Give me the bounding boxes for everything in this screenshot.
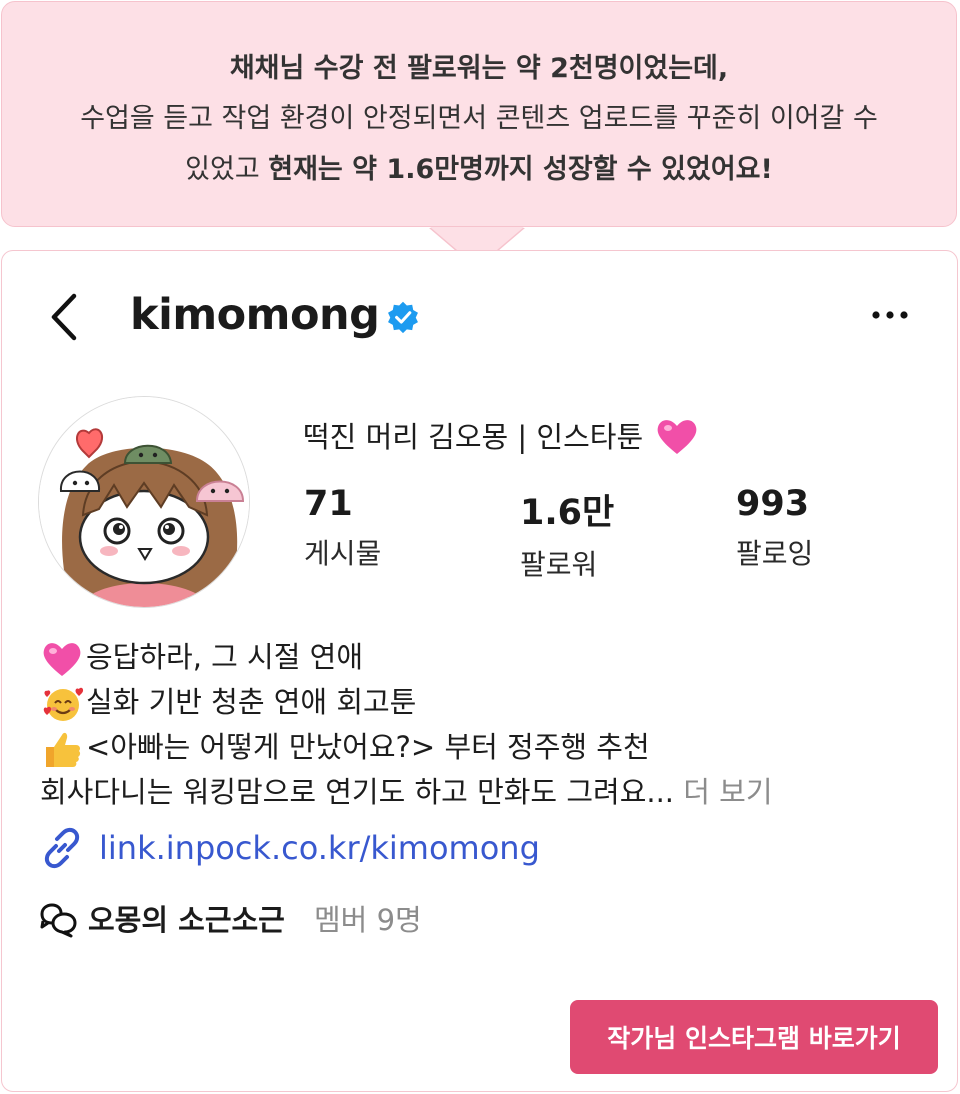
stat-following[interactable]: 993 팔로잉 <box>736 484 813 572</box>
bio-line-4-text: 회사다니는 워킹맘으로 연기도 하고 만화도 그려요... <box>40 775 675 809</box>
stat-followers-label: 팔로워 <box>520 548 598 581</box>
verified-badge-icon <box>388 301 418 334</box>
bio-line-2-text: 실화 기반 청춘 연애 회고툰 <box>86 685 417 719</box>
bio-line-1-text: 응답하라, 그 시절 연애 <box>86 640 363 674</box>
thumbs-up-icon <box>46 732 81 767</box>
testimonial-bubble: 채채님 수강 전 팔로워는 약 2천명이었는데, 수업을 듣고 작업 환경이 안… <box>1 1 957 227</box>
bio-line-2: 실화 기반 청춘 연애 회고툰 <box>40 680 773 725</box>
stat-following-label: 팔로잉 <box>736 537 814 570</box>
stat-posts-value: 71 <box>304 484 353 524</box>
pink-heart-icon <box>657 420 697 454</box>
pink-heart-icon <box>43 643 81 676</box>
stat-posts-label: 게시물 <box>304 537 382 570</box>
testimonial-line-3-highlight: 현재는 약 1.6만명까지 성장할 수 있었어요! <box>268 154 773 185</box>
profile-username: kimomong <box>130 290 380 340</box>
go-to-instagram-button[interactable]: 작가님 인스타그램 바로가기 <box>570 1000 938 1074</box>
stat-following-value: 993 <box>736 484 810 524</box>
smiling-face-with-hearts-icon <box>43 687 84 721</box>
profile-display-name: 떡진 머리 김오몽 | 인스타툰 <box>303 414 700 456</box>
link-icon <box>44 827 80 869</box>
bio-more-link[interactable]: 더 보기 <box>683 775 772 809</box>
profile-avatar[interactable] <box>38 396 250 608</box>
profile-link[interactable]: link.inpock.co.kr/kimomong <box>99 826 540 870</box>
bio-line-1: 응답하라, 그 시절 연애 <box>40 635 773 680</box>
profile-bio: 응답하라, 그 시절 연애 실화 기반 청춘 연애 회고툰 <아빠는 어떻게 만… <box>40 635 773 815</box>
chat-bubbles-icon <box>40 903 77 938</box>
more-options-icon[interactable] <box>866 300 914 330</box>
testimonial-line-3: 있었고 현재는 약 1.6만명까지 성장할 수 있었어요! <box>2 147 956 186</box>
stat-posts[interactable]: 71 게시물 <box>304 484 381 572</box>
display-name-text: 떡진 머리 김오몽 | 인스타툰 <box>303 420 644 454</box>
back-arrow-icon[interactable] <box>42 292 82 342</box>
channel-member-count: 멤버 9명 <box>314 903 422 937</box>
avatar-illustration <box>39 397 249 607</box>
testimonial-line-3-prefix: 있었고 <box>185 154 269 185</box>
testimonial-line-1: 채채님 수강 전 팔로워는 약 2천명이었는데, <box>229 53 729 84</box>
bio-line-4: 회사다니는 워킹맘으로 연기도 하고 만화도 그려요... 더 보기 <box>40 770 773 815</box>
bio-line-3: <아빠는 어떻게 만났어요?> 부터 정주행 추천 <box>40 725 773 770</box>
stat-followers-value: 1.6만 <box>520 493 615 533</box>
channel-name: 오몽의 소근소근 <box>88 903 285 937</box>
stat-followers[interactable]: 1.6만 팔로워 <box>520 484 614 583</box>
testimonial-line-2: 수업을 듣고 작업 환경이 안정되면서 콘텐츠 업로드를 꾸준히 이어갈 수 <box>80 103 878 134</box>
bio-line-3-text: <아빠는 어떻게 만났어요?> 부터 정주행 추천 <box>86 730 650 764</box>
